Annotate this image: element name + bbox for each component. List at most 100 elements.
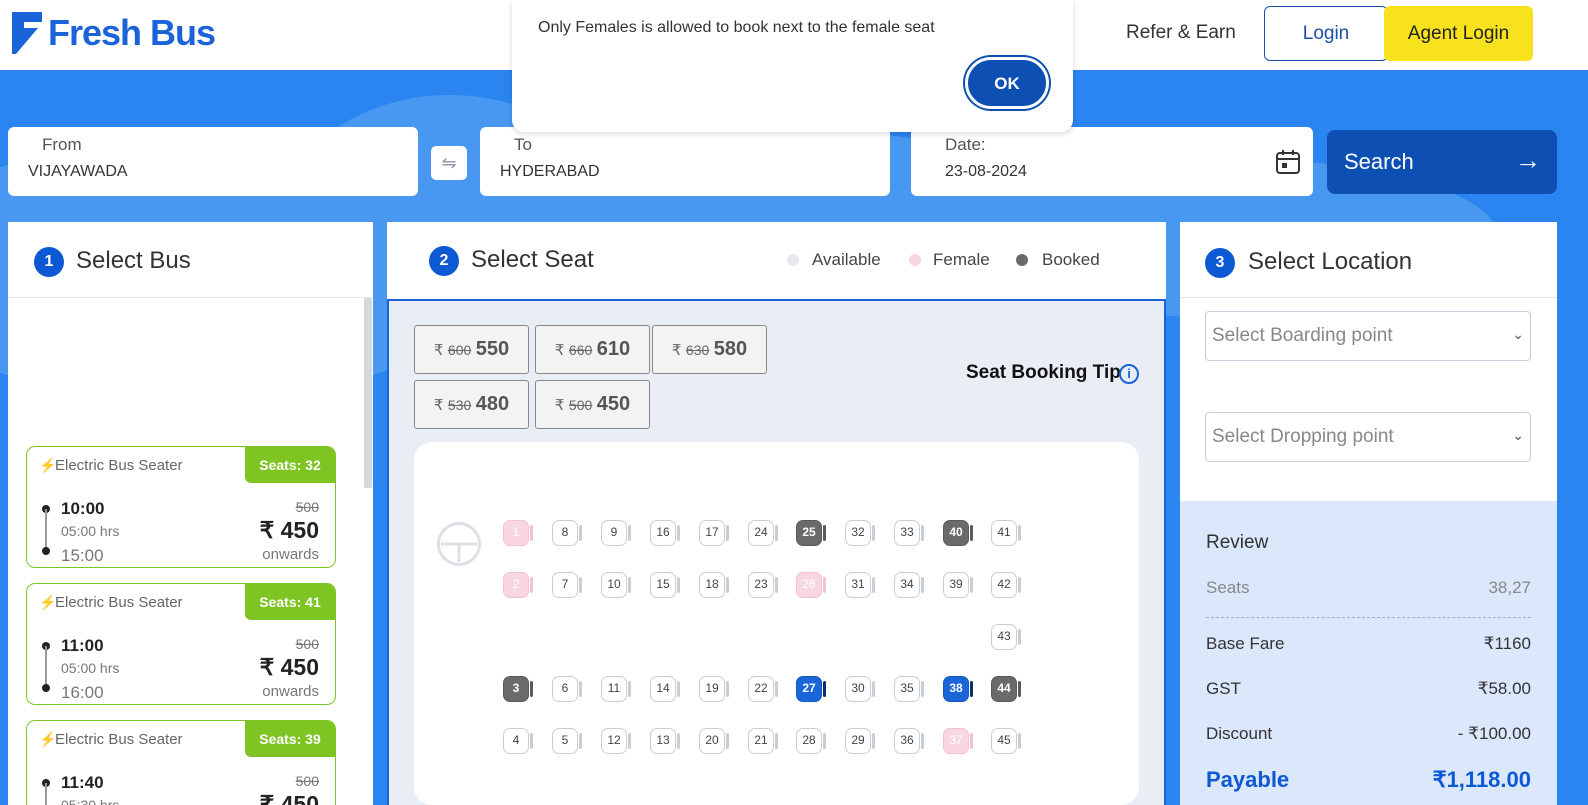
seat[interactable]: 36 (894, 728, 924, 754)
arrow-right-icon: → (1515, 145, 1541, 175)
panel-header: 3 Select Location (1180, 222, 1557, 298)
old-fare: 500 (568, 397, 593, 413)
fare-filter-chip[interactable]: ₹ 500 450 (535, 380, 650, 429)
seat[interactable]: 37 (943, 728, 973, 754)
boarding-point-select[interactable]: Select Boarding point ⌄ (1205, 311, 1531, 361)
rupee-symbol: ₹ (554, 342, 565, 359)
onwards-label: onwards (262, 546, 319, 563)
fare-filter-chip[interactable]: ₹ 660 610 (535, 325, 650, 374)
legend-booked: Booked (1042, 250, 1100, 269)
date-value[interactable]: 23-08-2024 (945, 163, 1027, 181)
bus-card[interactable]: ⚡ Electric Bus Seater Seats: 39 11:40 05… (26, 720, 336, 805)
route-dot (42, 547, 50, 555)
seat[interactable]: 24 (748, 520, 778, 546)
new-fare: 480 (475, 393, 510, 415)
seat[interactable]: 38 (943, 676, 973, 702)
bus-type: Electric Bus Seater (55, 457, 183, 474)
seat[interactable]: 43 (991, 624, 1021, 650)
duration: 05:00 hrs (61, 523, 120, 539)
seat[interactable]: 34 (894, 572, 924, 598)
info-icon[interactable]: i (1119, 364, 1139, 384)
seat[interactable]: 26 (796, 572, 826, 598)
seat: 25 (796, 520, 826, 546)
refer-earn-link[interactable]: Refer & Earn (1126, 22, 1236, 44)
payable-label: Payable (1206, 767, 1290, 792)
seat[interactable]: 6 (552, 676, 582, 702)
seats-badge: Seats: 32 (245, 447, 335, 483)
seat[interactable]: 20 (699, 728, 729, 754)
search-button[interactable]: Search → (1327, 130, 1557, 194)
dropping-point-select[interactable]: Select Dropping point ⌄ (1205, 412, 1531, 462)
base-fare-value: ₹1160 (1483, 634, 1531, 653)
seat[interactable]: 45 (991, 728, 1021, 754)
bus-card[interactable]: ⚡ Electric Bus Seater Seats: 32 10:00 05… (26, 446, 336, 568)
rupee-symbol: ₹ (554, 397, 565, 414)
seat[interactable]: 22 (748, 676, 778, 702)
seat[interactable]: 4 (503, 728, 533, 754)
step-number: 1 (34, 247, 64, 277)
seat[interactable]: 29 (845, 728, 875, 754)
seat[interactable]: 2 (503, 572, 533, 598)
seat-booking-tip[interactable]: Seat Booking Tip (966, 362, 1121, 384)
price: ₹ 450 (259, 791, 319, 805)
seat[interactable]: 42 (991, 572, 1021, 598)
to-field[interactable]: To HYDERABAD (480, 127, 890, 196)
arrival-time: 16:00 (61, 683, 104, 702)
from-value[interactable]: VIJAYAWADA (28, 163, 128, 181)
seat[interactable]: 12 (601, 728, 631, 754)
seat[interactable]: 8 (552, 520, 582, 546)
booked-dot (1016, 254, 1028, 266)
seat[interactable]: 5 (552, 728, 582, 754)
seat[interactable]: 35 (894, 676, 924, 702)
rupee-symbol: ₹ (433, 342, 444, 359)
payable-value: ₹1,118.00 (1432, 767, 1531, 792)
seat[interactable]: 11 (601, 676, 631, 702)
bus-card[interactable]: ⚡ Electric Bus Seater Seats: 41 11:00 05… (26, 583, 336, 705)
seat[interactable]: 14 (650, 676, 680, 702)
bus-list-scrollbar[interactable] (364, 298, 372, 488)
seat[interactable]: 41 (991, 520, 1021, 546)
swap-icon[interactable]: ⇋ (431, 146, 467, 180)
new-fare: 550 (475, 338, 510, 360)
seat[interactable]: 18 (699, 572, 729, 598)
brand-logo[interactable]: Fresh Bus (10, 10, 216, 56)
panel-title: Select Location (1248, 248, 1413, 275)
departure-time: 10:00 (61, 499, 105, 518)
seat[interactable]: 30 (845, 676, 875, 702)
bolt-icon: ⚡ (39, 594, 57, 610)
seat[interactable]: 33 (894, 520, 924, 546)
new-fare: 450 (596, 393, 631, 415)
seat[interactable]: 23 (748, 572, 778, 598)
calendar-icon[interactable] (1275, 149, 1301, 175)
new-fare: 580 (713, 338, 748, 360)
seats-value: 38,27 (1488, 578, 1531, 597)
seat[interactable]: 7 (552, 572, 582, 598)
fare-filter-chip[interactable]: ₹ 530 480 (414, 380, 529, 429)
ok-button[interactable]: OK (965, 57, 1049, 109)
fare-filter-chip[interactable]: ₹ 600 550 (414, 325, 529, 374)
seat[interactable]: 10 (601, 572, 631, 598)
alert-dialog: Only Females is allowed to book next to … (512, 0, 1073, 132)
seat[interactable]: 27 (796, 676, 826, 702)
seat[interactable]: 13 (650, 728, 680, 754)
steering-wheel-icon (437, 522, 481, 566)
seat[interactable]: 32 (845, 520, 875, 546)
seat[interactable]: 15 (650, 572, 680, 598)
fare-filter-chip[interactable]: ₹ 630 580 (652, 325, 767, 374)
seat[interactable]: 21 (748, 728, 778, 754)
seat[interactable]: 39 (943, 572, 973, 598)
seat[interactable]: 9 (601, 520, 631, 546)
login-button[interactable]: Login (1264, 6, 1388, 61)
seat[interactable]: 16 (650, 520, 680, 546)
seat[interactable]: 17 (699, 520, 729, 546)
seat[interactable]: 1 (503, 520, 533, 546)
old-price: 500 (295, 636, 319, 652)
from-field[interactable]: From VIJAYAWADA (8, 127, 418, 196)
to-value[interactable]: HYDERABAD (500, 163, 600, 181)
departure-time: 11:40 (61, 773, 104, 792)
seat[interactable]: 31 (845, 572, 875, 598)
date-field[interactable]: Date: 23-08-2024 (911, 127, 1313, 196)
seat[interactable]: 28 (796, 728, 826, 754)
seat[interactable]: 19 (699, 676, 729, 702)
agent-login-button[interactable]: Agent Login (1384, 6, 1533, 61)
